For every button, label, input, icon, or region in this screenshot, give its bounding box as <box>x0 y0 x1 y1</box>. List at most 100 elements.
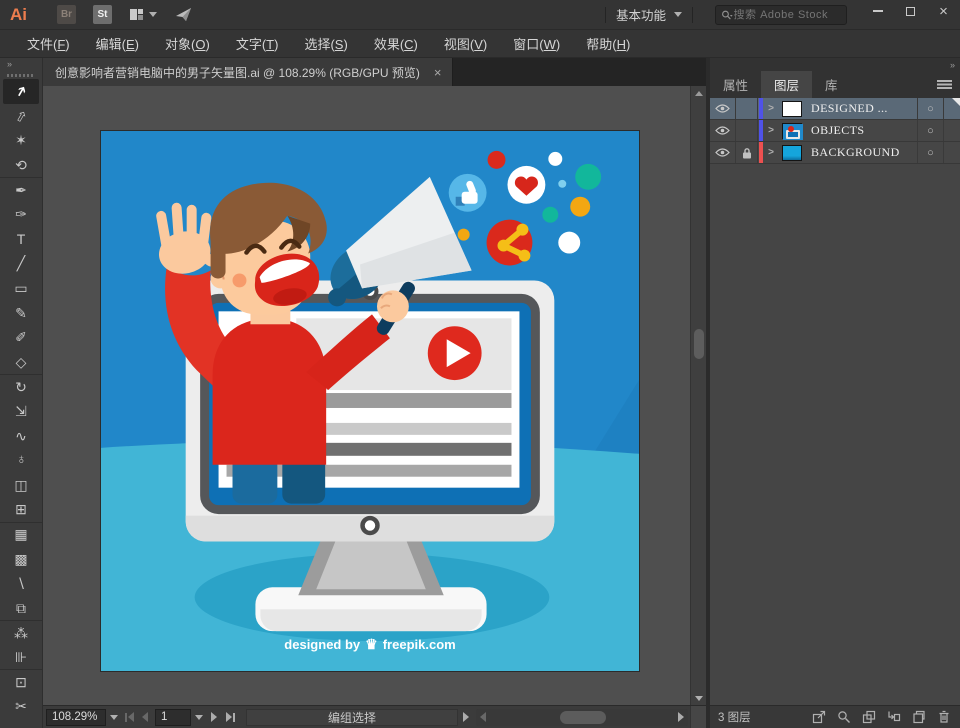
minimize-button[interactable] <box>861 0 894 22</box>
workspace-switcher[interactable]: 基本功能 <box>616 5 682 24</box>
layer-thumbnail[interactable] <box>779 120 805 141</box>
puppet-warp-tool[interactable]: ♀ <box>0 448 42 473</box>
mesh-tool[interactable]: ▦ <box>0 522 42 547</box>
delete-layer-icon[interactable] <box>937 710 951 724</box>
lock-toggle[interactable] <box>736 98 758 119</box>
expand-chevron-icon[interactable]: > <box>763 98 779 119</box>
direct-selection-tool[interactable]: ⇨ <box>0 104 42 129</box>
collect-for-export-icon[interactable] <box>812 710 826 724</box>
zoom-dropdown-icon[interactable] <box>106 709 121 726</box>
pen-tool[interactable]: ✒ <box>0 177 42 202</box>
locate-object-icon[interactable] <box>837 710 851 724</box>
search-input[interactable] <box>734 9 841 21</box>
layer-name[interactable]: OBJECTS <box>805 120 917 141</box>
tab-properties[interactable]: 属性 <box>710 71 761 98</box>
gradient-tool[interactable]: ▩ <box>0 546 42 571</box>
layer-row-background[interactable]: > BACKGROUND ○ <box>710 142 960 164</box>
lock-toggle[interactable] <box>736 142 758 163</box>
graph-tool[interactable]: ⊪ <box>0 645 42 670</box>
magic-wand-tool[interactable]: ✶ <box>0 128 42 153</box>
artboard-dropdown-icon[interactable] <box>191 709 206 726</box>
menu-w[interactable]: 窗口(W) <box>500 34 573 53</box>
menu-s[interactable]: 选择(S) <box>291 34 360 53</box>
tab-close-icon[interactable]: × <box>434 65 442 80</box>
rotate-tool[interactable]: ↻ <box>0 374 42 399</box>
tools-grip-handle[interactable] <box>0 71 42 79</box>
scroll-up-icon[interactable] <box>691 86 706 100</box>
visibility-toggle[interactable] <box>710 98 736 119</box>
stock-search-box[interactable] <box>715 5 847 25</box>
zoom-level-field[interactable]: 108.29% <box>46 709 106 726</box>
make-clipping-mask-icon[interactable] <box>862 710 876 724</box>
curvature-tool[interactable]: ✑ <box>0 202 42 227</box>
tab-libraries[interactable]: 库 <box>812 71 851 98</box>
artboard-tool[interactable]: ⊡ <box>0 669 42 694</box>
scale-tool[interactable]: ⇲ <box>0 399 42 424</box>
new-sublayer-icon[interactable] <box>887 710 901 724</box>
selection-tool[interactable]: ➔ <box>3 79 39 104</box>
selection-column[interactable] <box>943 98 960 119</box>
document-tab[interactable]: 创意影响者营销电脑中的男子矢量图.ai @ 108.29% (RGB/GPU 预… <box>43 58 453 86</box>
artboard-number-input[interactable] <box>161 711 185 723</box>
menu-e[interactable]: 编辑(E) <box>83 34 152 53</box>
arrange-documents-icon[interactable] <box>130 9 143 20</box>
first-artboard-button[interactable] <box>121 709 137 726</box>
lock-toggle[interactable] <box>736 120 758 141</box>
expand-chevron-icon[interactable]: > <box>763 120 779 141</box>
horizontal-scroll-thumb[interactable] <box>560 711 606 724</box>
visibility-toggle[interactable] <box>710 142 736 163</box>
type-tool[interactable]: T <box>0 227 42 252</box>
horizontal-scrollbar[interactable] <box>476 709 688 726</box>
paintbrush-tool[interactable]: ✎ <box>0 300 42 325</box>
close-button[interactable]: × <box>927 0 960 22</box>
new-layer-icon[interactable] <box>912 710 926 724</box>
layer-name[interactable]: BACKGROUND <box>805 142 917 163</box>
menu-f[interactable]: 文件(F) <box>14 34 83 53</box>
selection-column[interactable] <box>943 120 960 141</box>
layer-thumbnail[interactable] <box>779 142 805 163</box>
menu-c[interactable]: 效果(C) <box>361 34 431 53</box>
canvas[interactable]: designed by ♛ freepik.com <box>43 86 706 705</box>
share-icon[interactable] <box>175 7 192 22</box>
layer-target-icon[interactable]: ○ <box>917 98 943 119</box>
menu-v[interactable]: 视图(V) <box>431 34 500 53</box>
eyedropper-tool[interactable]: ∖ <box>0 571 42 596</box>
shape-builder-tool[interactable]: ◫ <box>0 473 42 498</box>
scroll-right-icon[interactable] <box>674 712 688 722</box>
layer-row-objects[interactable]: > OBJECTS ○ <box>710 120 960 142</box>
width-tool[interactable]: ∿ <box>0 423 42 448</box>
layer-thumbnail[interactable] <box>779 98 805 119</box>
previous-artboard-button[interactable] <box>137 709 153 726</box>
panel-menu-icon[interactable] <box>937 80 952 89</box>
visibility-toggle[interactable] <box>710 120 736 141</box>
expand-chevron-icon[interactable]: > <box>763 142 779 163</box>
layer-target-icon[interactable]: ○ <box>917 120 943 141</box>
maximize-button[interactable] <box>894 0 927 22</box>
slice-tool[interactable]: ✂ <box>0 694 42 719</box>
scroll-down-icon[interactable] <box>691 691 706 705</box>
shaper-tool[interactable]: ✐ <box>0 325 42 350</box>
artboard[interactable]: designed by ♛ freepik.com <box>100 130 640 672</box>
lasso-tool[interactable]: ⟲ <box>0 153 42 178</box>
line-segment-tool[interactable]: ╱ <box>0 251 42 276</box>
perspective-grid-tool[interactable]: ⊞ <box>0 497 42 522</box>
bridge-button[interactable]: Br <box>57 5 76 24</box>
dock-collapse-icon[interactable]: » <box>710 58 960 71</box>
menu-h[interactable]: 帮助(H) <box>573 34 643 53</box>
vertical-scrollbar[interactable] <box>690 86 706 705</box>
eraser-tool[interactable]: ◇ <box>0 350 42 375</box>
blend-tool[interactable]: ⧉ <box>0 595 42 620</box>
symbol-sprayer-tool[interactable]: ⁂ <box>0 620 42 645</box>
layer-target-icon[interactable]: ○ <box>917 142 943 163</box>
menu-t[interactable]: 文字(T) <box>223 34 292 53</box>
tools-collapse-icon[interactable]: » <box>0 58 42 71</box>
tab-layers[interactable]: 图层 <box>761 71 812 98</box>
menu-o[interactable]: 对象(O) <box>152 34 223 53</box>
stock-button[interactable]: St <box>93 5 112 24</box>
rectangle-tool[interactable]: ▭ <box>0 276 42 301</box>
vertical-scroll-thumb[interactable] <box>694 329 704 359</box>
artboard-number-field[interactable] <box>155 709 191 726</box>
next-artboard-button[interactable] <box>206 709 222 726</box>
layer-row-designed[interactable]: > DESIGNED ... ○ <box>710 98 960 120</box>
status-arrow-icon[interactable] <box>458 712 474 722</box>
